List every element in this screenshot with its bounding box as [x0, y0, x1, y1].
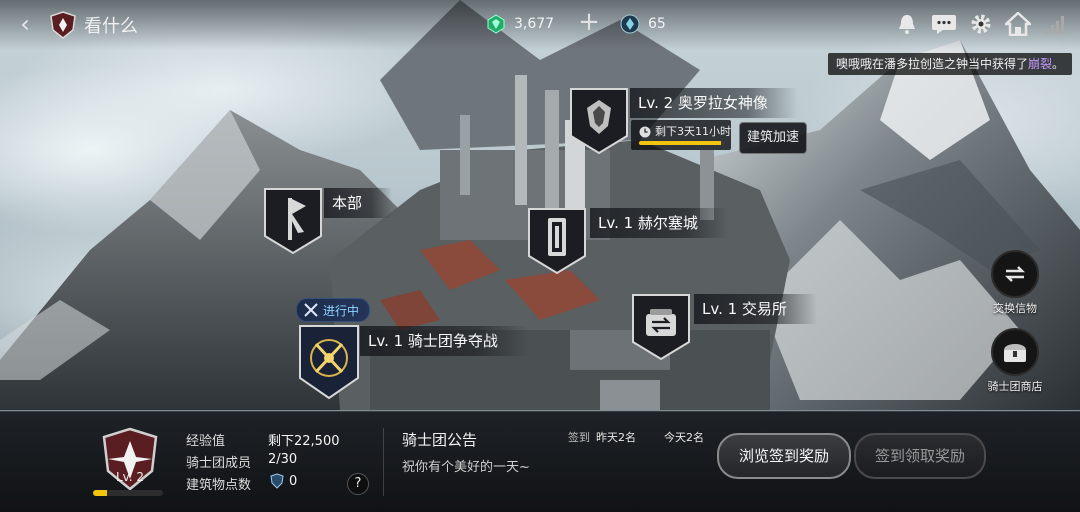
timer-text: 剩下3天11小时 — [655, 125, 731, 138]
checkin-yesterday: 昨天2名 — [596, 429, 636, 445]
checkin-yesterday-text: 昨天2名 — [596, 431, 636, 444]
back-icon[interactable]: ‹ — [12, 10, 38, 38]
bell-icon[interactable] — [893, 10, 920, 37]
guild-shield-icon — [50, 11, 76, 39]
hq-label[interactable]: 本部 — [324, 188, 393, 218]
guild-level-bar — [93, 490, 163, 496]
statue-label[interactable]: Lv. 2 奥罗拉女神像 — [630, 88, 798, 118]
announcement-title: 骑士团公告 — [402, 431, 478, 449]
war-label[interactable]: Lv. 1 骑士团争夺战 — [360, 326, 528, 356]
chat-icon[interactable] — [930, 10, 957, 37]
statue-badge-icon[interactable] — [568, 86, 630, 156]
chest-icon — [991, 328, 1039, 376]
guild-level: Lv. 2 — [115, 470, 145, 484]
building-point-icon — [270, 473, 284, 489]
broadcast-ticker: 噢哦哦在潘多拉创造之钟当中获得了崩裂。 — [827, 53, 1072, 75]
members-label: 骑士团成员 — [186, 456, 252, 471]
blue-crystal-icon — [620, 14, 640, 34]
green-gem-icon — [487, 14, 505, 34]
help-icon[interactable]: ? — [347, 473, 369, 495]
gem-amount: 3,677 — [514, 16, 555, 32]
guild-level-fill — [93, 490, 107, 496]
add-currency-button[interactable]: + — [578, 8, 600, 38]
panel-divider — [383, 428, 384, 496]
in-progress-text: 进行中 — [323, 303, 360, 318]
page-title: 看什么 — [84, 16, 138, 37]
clock-icon — [639, 126, 651, 138]
timer-progress-fill — [639, 141, 721, 145]
checkin-today: 今天2名 — [664, 429, 704, 445]
browse-checkin-reward-button[interactable]: 浏览签到奖励 — [717, 433, 851, 479]
build-timer: 剩下3天11小时 — [631, 120, 731, 150]
members-value: 2/30 — [268, 452, 298, 467]
points-value: 0 — [289, 474, 298, 489]
castle-badge-icon[interactable] — [526, 206, 588, 276]
gem-counter: 3,677 — [486, 12, 554, 36]
hq-badge-icon[interactable] — [262, 186, 324, 256]
ticker-prefix: 噢哦哦在潘多拉创造之钟当中获得了 — [835, 57, 1028, 71]
guild-shop-button[interactable]: 骑士团商店 — [975, 328, 1055, 394]
in-progress-tag: 进行中 — [296, 298, 371, 322]
crystal-counter: 65 — [620, 12, 666, 36]
swap-icon — [991, 250, 1039, 298]
guild-shop-label: 骑士团商店 — [987, 380, 1043, 393]
castle-label[interactable]: Lv. 1 赫尔塞城 — [590, 208, 728, 238]
top-right-icons — [893, 10, 1068, 37]
signal-icon — [1041, 10, 1068, 37]
war-badge-icon[interactable] — [296, 322, 362, 402]
exp-value: 剩下22,500 — [268, 434, 340, 449]
ticker-suffix: 。 — [1051, 57, 1064, 71]
exp-label: 经验值 — [186, 434, 226, 449]
exchange-token-button[interactable]: 交换信物 — [975, 250, 1055, 316]
home-icon[interactable] — [1004, 10, 1031, 37]
timer-progress-bar — [639, 141, 725, 145]
gear-icon[interactable] — [967, 10, 994, 37]
checkin-label: 签到 — [568, 431, 590, 444]
exchange-label[interactable]: Lv. 1 交易所 — [694, 294, 817, 324]
checkin-today-text: 今天2名 — [664, 431, 704, 444]
swords-icon — [304, 303, 318, 317]
announcement-body[interactable]: 祝你有个美好的一天~ — [402, 456, 530, 475]
ticker-highlight: 崩裂 — [1027, 57, 1052, 71]
crystal-amount: 65 — [648, 16, 666, 32]
exchange-badge-icon[interactable] — [630, 292, 692, 362]
claim-checkin-reward-button[interactable]: 签到领取奖励 — [854, 433, 986, 479]
panel-top-border — [0, 411, 1080, 412]
guild-emblem-icon — [102, 427, 158, 491]
points-label: 建筑物点数 — [186, 478, 252, 493]
top-bar: ‹ 看什么 3,677 + 65 — [0, 0, 1080, 50]
exchange-token-label: 交换信物 — [993, 302, 1037, 315]
speedup-button[interactable]: 建筑加速 — [739, 122, 807, 154]
